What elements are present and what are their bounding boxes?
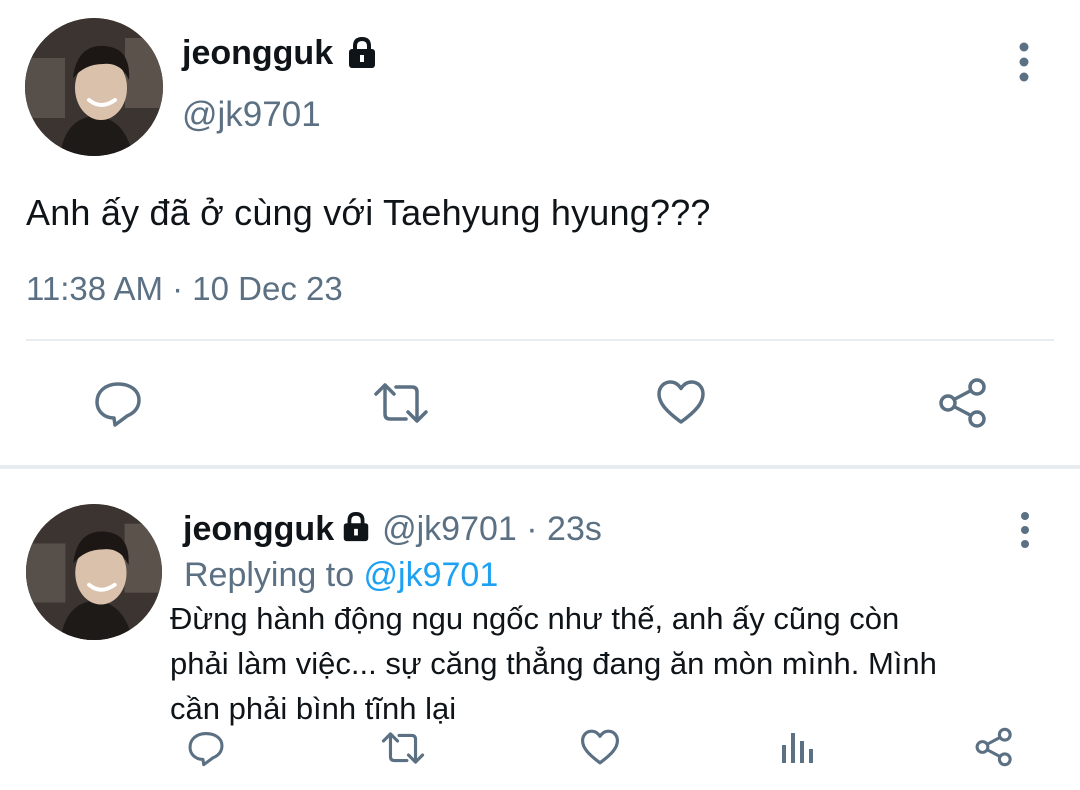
like-icon[interactable]	[656, 378, 706, 426]
reply-icon[interactable]	[186, 729, 226, 767]
reply-icon[interactable]	[93, 378, 143, 428]
more-options-icon[interactable]	[1010, 40, 1038, 84]
retweet-icon[interactable]	[372, 380, 430, 426]
share-icon[interactable]	[937, 377, 989, 429]
avatar-photo-icon	[26, 504, 162, 640]
lock-icon	[349, 36, 375, 68]
divider	[26, 339, 1054, 341]
stats-icon[interactable]	[779, 729, 815, 765]
more-options-icon[interactable]	[1012, 510, 1038, 550]
lock-icon	[343, 511, 369, 542]
main-handle[interactable]: @jk9701	[182, 95, 321, 135]
section-divider	[0, 465, 1080, 469]
reply-handle-time[interactable]: @jk9701 · 23s	[382, 510, 602, 548]
avatar-photo-icon	[25, 18, 163, 156]
share-icon[interactable]	[974, 727, 1014, 767]
replying-to: Replying to @jk9701	[184, 556, 498, 595]
reply-text-line: cần phải bình tĩnh lại	[170, 691, 457, 726]
retweet-icon[interactable]	[380, 730, 426, 766]
main-avatar[interactable]	[25, 18, 163, 156]
reply-avatar[interactable]	[26, 504, 162, 640]
replying-prefix: Replying to	[184, 556, 364, 594]
like-icon[interactable]	[580, 728, 620, 766]
reply-display-name[interactable]: jeongguk	[183, 510, 334, 548]
reply-header: jeongguk @jk9701 · 23s	[183, 510, 602, 549]
reply-text-line: phải làm việc... sự căng thẳng đang ăn m…	[170, 646, 937, 681]
main-display-name[interactable]: jeongguk	[182, 34, 333, 73]
reply-text-line: Đừng hành động ngu ngốc như thế, anh ấy …	[170, 601, 900, 636]
reply-text: Đừng hành động ngu ngốc như thế, anh ấy …	[170, 596, 1050, 731]
replying-handle-link[interactable]: @jk9701	[364, 556, 499, 594]
tweet-timestamp[interactable]: 11:38 AM · 10 Dec 23	[26, 270, 343, 308]
tweet-text: Anh ấy đã ở cùng với Taehyung hyung???	[26, 192, 711, 233]
